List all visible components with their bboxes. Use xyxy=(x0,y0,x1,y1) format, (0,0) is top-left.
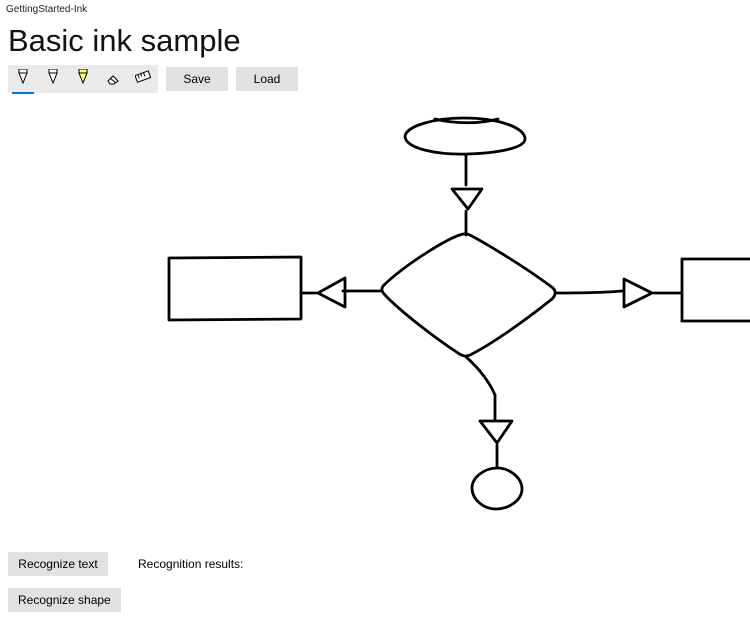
eraser-icon xyxy=(105,69,121,90)
ruler-icon xyxy=(135,69,151,90)
window-title: GettingStarted-Ink xyxy=(0,0,750,15)
tool-highlighter[interactable] xyxy=(68,65,98,93)
recognition-results-label: Recognition results: xyxy=(138,557,243,571)
tool-eraser[interactable] xyxy=(98,65,128,93)
page-title: Basic ink sample xyxy=(0,15,750,65)
pen-nib-icon xyxy=(16,69,30,90)
ink-canvas[interactable] xyxy=(0,93,750,533)
toolbar: Save Load xyxy=(0,65,750,93)
recognize-text-button[interactable]: Recognize text xyxy=(8,552,108,576)
tool-pencil[interactable] xyxy=(38,65,68,93)
recognition-panel: Recognize text Recognition results: Reco… xyxy=(8,552,273,612)
pen-nib-icon xyxy=(46,69,60,90)
pen-nib-icon xyxy=(76,69,90,90)
save-button[interactable]: Save xyxy=(166,67,228,91)
ink-toolbar xyxy=(8,65,158,93)
tool-ballpoint-pen[interactable] xyxy=(8,65,38,93)
tool-ruler[interactable] xyxy=(128,65,158,93)
ink-strokes xyxy=(0,93,750,533)
load-button[interactable]: Load xyxy=(236,67,298,91)
recognize-shape-button[interactable]: Recognize shape xyxy=(8,588,121,612)
